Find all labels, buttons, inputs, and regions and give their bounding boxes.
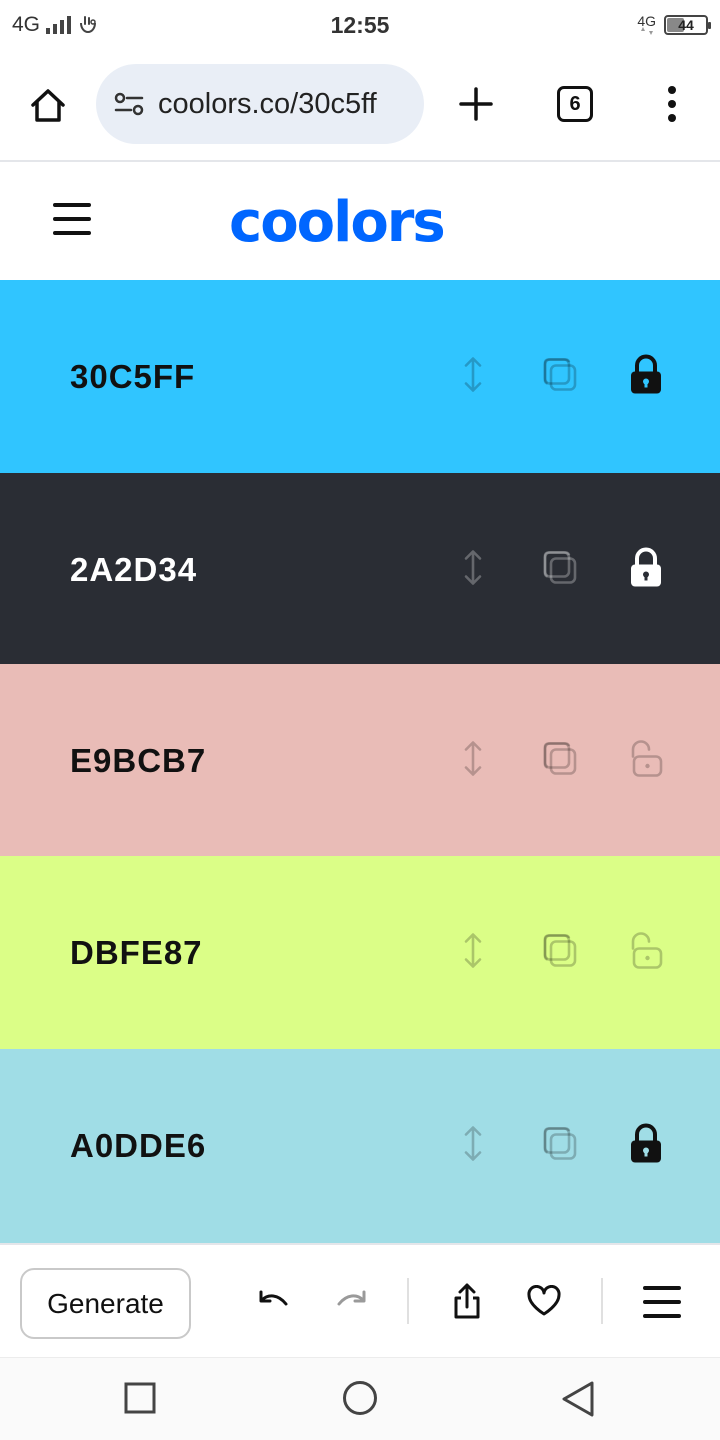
share-icon xyxy=(454,1283,480,1319)
address-bar[interactable]: coolors.co/30c5ff xyxy=(96,64,424,144)
bottom-toolbar: Generate xyxy=(0,1243,720,1357)
plus-icon xyxy=(459,87,493,121)
undo-button[interactable] xyxy=(257,1288,291,1316)
status-time: 12:55 xyxy=(330,12,390,38)
recents-button[interactable] xyxy=(124,1382,156,1414)
share-button[interactable] xyxy=(452,1282,482,1320)
more-vert-icon xyxy=(668,86,676,122)
copy-icon[interactable] xyxy=(542,932,578,973)
color-swatch[interactable]: E9BCB7 xyxy=(0,664,720,857)
color-hex-label[interactable]: 30C5FF xyxy=(70,358,195,396)
undo-icon xyxy=(259,1290,288,1306)
battery-level: 44 xyxy=(678,17,694,33)
lock-icon[interactable] xyxy=(628,1123,664,1170)
browser-menu-button[interactable] xyxy=(660,84,684,124)
favorite-button[interactable] xyxy=(526,1285,562,1317)
color-swatch[interactable]: 2A2D34 xyxy=(0,473,720,666)
coolors-logo[interactable]: coolors xyxy=(229,190,446,255)
drag-handle-icon[interactable] xyxy=(462,355,484,398)
app-header: coolors xyxy=(0,162,720,280)
tab-switcher-button[interactable]: 6 xyxy=(557,86,593,122)
lock-icon[interactable] xyxy=(628,546,664,593)
square-icon xyxy=(124,1382,156,1414)
status-bar: 4G 12:55 4G 44 xyxy=(0,0,720,50)
url-text: coolors.co/30c5ff xyxy=(158,87,377,120)
home-icon xyxy=(31,89,65,122)
drag-handle-icon[interactable] xyxy=(462,931,484,974)
color-hex-label[interactable]: DBFE87 xyxy=(70,934,203,972)
color-hex-label[interactable]: 2A2D34 xyxy=(70,551,197,589)
system-navigation-bar xyxy=(0,1357,720,1440)
tab-count: 6 xyxy=(569,92,581,115)
app-menu-button[interactable] xyxy=(53,202,91,236)
color-swatch[interactable]: 30C5FF xyxy=(0,280,720,473)
color-swatch[interactable]: A0DDE6 xyxy=(0,1049,720,1243)
drag-handle-icon[interactable] xyxy=(462,1125,484,1168)
heart-icon xyxy=(527,1285,561,1316)
new-tab-button[interactable] xyxy=(458,86,494,122)
unlock-icon[interactable] xyxy=(628,929,664,976)
lock-icon[interactable] xyxy=(628,353,664,400)
unlock-icon[interactable] xyxy=(628,737,664,784)
home-button[interactable] xyxy=(28,86,68,126)
browser-toolbar: coolors.co/30c5ff 6 xyxy=(0,50,720,160)
hamburger-icon xyxy=(53,203,91,235)
toolbar-separator xyxy=(601,1278,603,1324)
redo-icon xyxy=(337,1290,366,1306)
drag-handle-icon[interactable] xyxy=(462,548,484,591)
copy-icon[interactable] xyxy=(542,549,578,590)
site-settings-icon[interactable] xyxy=(114,91,144,117)
toolbar-separator xyxy=(407,1278,409,1324)
copy-icon[interactable] xyxy=(542,740,578,781)
home-nav-button[interactable] xyxy=(342,1380,378,1416)
copy-icon[interactable] xyxy=(542,356,578,397)
redo-button[interactable] xyxy=(334,1288,368,1316)
battery-icon: 44 xyxy=(664,15,711,35)
copy-icon[interactable] xyxy=(542,1126,578,1167)
color-swatch[interactable]: DBFE87 xyxy=(0,856,720,1049)
back-button[interactable] xyxy=(560,1380,596,1418)
color-hex-label[interactable]: A0DDE6 xyxy=(70,1127,206,1165)
circle-icon xyxy=(343,1381,377,1415)
drag-handle-icon[interactable] xyxy=(462,739,484,782)
generate-button[interactable]: Generate xyxy=(20,1268,191,1339)
toolbar-menu-button[interactable] xyxy=(643,1285,681,1319)
hamburger-icon xyxy=(643,1286,681,1318)
back-triangle-icon xyxy=(562,1381,594,1417)
color-hex-label[interactable]: E9BCB7 xyxy=(70,742,206,780)
